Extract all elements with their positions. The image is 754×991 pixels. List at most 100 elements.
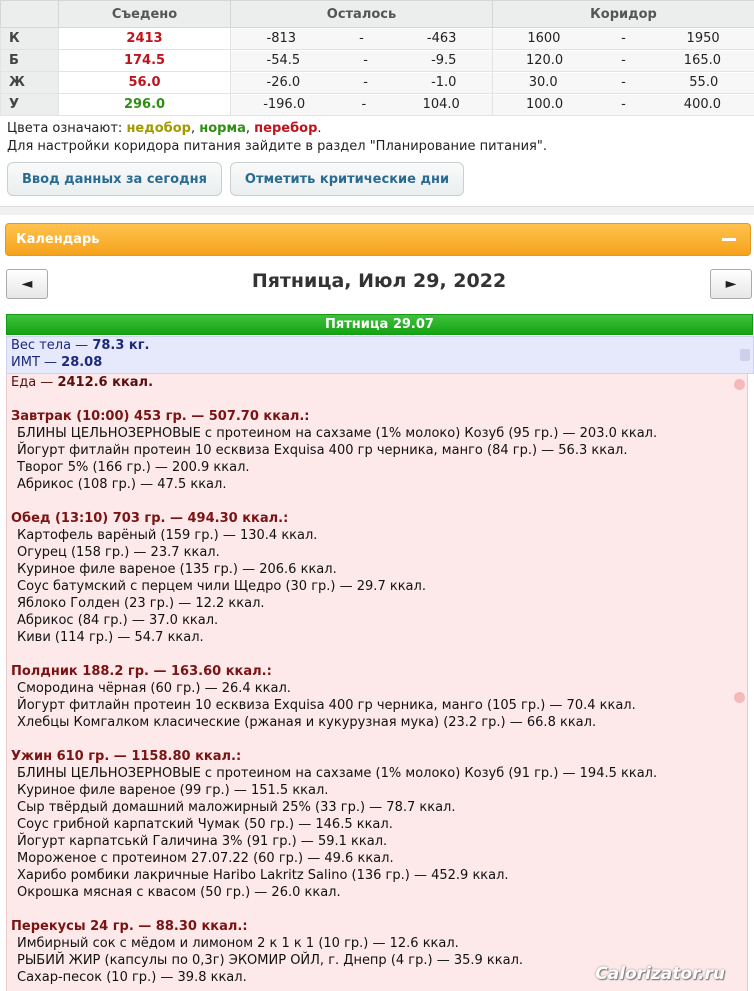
food-item[interactable]: Абрикос (84 гр.) — 37.0 ккал.: [11, 612, 747, 629]
section-divider: [0, 206, 754, 215]
food-item[interactable]: БЛИНЫ ЦЕЛЬНОЗЕРНОВЫЕ с протеином на сахз…: [11, 425, 747, 442]
remaining-from: -26.0: [266, 75, 301, 90]
food-item[interactable]: Яблоко Голден (23 гр.) — 12.2 ккал.: [11, 595, 747, 612]
arrow-right-icon: ►: [725, 276, 737, 292]
table-row: Ж 56.0 -26.0 - -1.0 30.0 - 55.0: [0, 71, 754, 94]
corridor-to: 55.0: [689, 75, 719, 90]
watermark: Calorizator.ru: [595, 964, 725, 984]
remaining-to: -463: [426, 31, 457, 46]
meal-title[interactable]: Перекусы 24 гр. — 88.30 ккал.:: [11, 918, 747, 935]
remaining-range: -813 - -463: [231, 28, 492, 49]
weight-value: 78.3 кг.: [92, 338, 150, 353]
nutrition-summary-table: Съедено Осталось Коридор К 2413 -813 - -463 1…: [0, 0, 754, 116]
corridor-cell: 30.0 - 55.0: [492, 71, 754, 94]
range-dash: -: [359, 31, 364, 46]
bmi-value: 28.08: [61, 355, 103, 370]
food-item[interactable]: Киви (114 гр.) — 54.7 ккал.: [11, 629, 747, 646]
corridor-cell: 1600 - 1950: [492, 27, 754, 50]
eaten-cell: 56.0: [58, 71, 231, 94]
edit-weight-icon[interactable]: [740, 349, 750, 361]
eaten-value: 2413: [126, 31, 163, 46]
current-date-title: Пятница, Июл 29, 2022: [251, 270, 507, 292]
range-dash: -: [363, 75, 368, 90]
food-item[interactable]: Йогурт карпатськй Галичина 3% (91 гр.) —…: [11, 833, 747, 850]
food-item[interactable]: Творог 5% (166 гр.) — 200.9 ккал.: [11, 459, 747, 476]
table-row: Б 174.5 -54.5 - -9.5 120.0 - 165.0: [0, 49, 754, 72]
corridor-from: 120.0: [525, 53, 564, 68]
remaining-from: -813: [266, 31, 297, 46]
corridor-cell: 100.0 - 400.0: [492, 93, 754, 116]
body-stats: Вес тела — 78.3 кг. ИМТ — 28.08: [6, 336, 754, 374]
corridor-to: 1950: [686, 31, 720, 46]
calendar-header[interactable]: Календарь: [5, 223, 751, 256]
corridor-range: 30.0 - 55.0: [493, 72, 754, 93]
row-label: У: [0, 93, 59, 116]
food-item[interactable]: Куриное филе вареное (99 гр.) — 151.5 кк…: [11, 782, 747, 799]
eaten-value: 174.5: [123, 53, 166, 68]
range-dash: -: [621, 53, 626, 68]
remaining-cell: -813 - -463: [230, 27, 493, 50]
corridor-to: 165.0: [683, 53, 722, 68]
food-item[interactable]: Йогурт фитлайн протеин 10 есквиза Exquis…: [11, 697, 747, 714]
meal-title[interactable]: Обед (13:10) 703 гр. — 494.30 ккал.:: [11, 510, 747, 527]
food-item[interactable]: БЛИНЫ ЦЕЛЬНОЗЕРНОВЫЕ с протеином на сахз…: [11, 765, 747, 782]
food-diary: Еда — 2412.6 ккал. Завтрак (10:00) 453 г…: [6, 373, 748, 991]
legend-comma: ,: [190, 121, 196, 136]
mark-critical-days-button[interactable]: Отметить критические дни: [229, 162, 465, 196]
legend-under: недобор: [126, 121, 191, 136]
food-item[interactable]: Имбирный сок с мёдом и лимоном 2 к 1 к 1…: [11, 935, 747, 952]
meal-title[interactable]: Ужин 610 гр. — 1158.80 ккал.:: [11, 748, 747, 765]
food-item[interactable]: Окрошка мясная с квасом (50 гр.) — 26.0 …: [11, 884, 747, 901]
food-item[interactable]: Абрикос (108 гр.) — 47.5 ккал.: [11, 476, 747, 493]
meal-title[interactable]: Полдник 188.2 гр. — 163.60 ккал.:: [11, 663, 747, 680]
food-item[interactable]: Харибо ромбики лакричные Haribo Lakritz …: [11, 867, 747, 884]
table-row: К 2413 -813 - -463 1600 - 1950: [0, 27, 754, 50]
food-item[interactable]: Огурец (158 гр.) — 23.7 ккал.: [11, 544, 747, 561]
legend-line: Цвета означают: недобор, норма, перебор.: [7, 120, 747, 138]
remaining-range: -26.0 - -1.0: [231, 72, 492, 93]
eaten-cell: 296.0: [58, 93, 231, 116]
header-corridor: Коридор: [492, 0, 754, 28]
remaining-cell: -26.0 - -1.0: [230, 71, 493, 94]
food-item[interactable]: Смородина чёрная (60 гр.) — 26.4 ккал.: [11, 680, 747, 697]
corridor-from: 1600: [527, 31, 561, 46]
table-row: У 296.0 -196.0 - 104.0 100.0 - 400.0: [0, 93, 754, 116]
food-item[interactable]: Соус грибной карпатский Чумак (50 гр.) —…: [11, 816, 747, 833]
food-total-label: Еда —: [11, 375, 58, 390]
food-item[interactable]: Картофель варёный (159 гр.) — 130.4 ккал…: [11, 527, 747, 544]
meal-title[interactable]: Завтрак (10:00) 453 гр. — 507.70 ккал.:: [11, 408, 747, 425]
corridor-range: 120.0 - 165.0: [493, 50, 754, 71]
weight-label: Вес тела —: [11, 338, 93, 353]
date-navigation: ◄ Пятница, Июл 29, 2022 ►: [6, 268, 752, 299]
remaining-from: -196.0: [263, 97, 306, 112]
food-item[interactable]: Куриное филе вареное (135 гр.) — 206.6 к…: [11, 561, 747, 578]
food-item[interactable]: Хлебцы Комгалком класические (ржаная и к…: [11, 714, 747, 731]
meal-block: Ужин 610 гр. — 1158.80 ккал.: БЛИНЫ ЦЕЛЬН…: [11, 748, 747, 901]
remaining-from: -54.5: [266, 53, 301, 68]
row-label: Б: [0, 49, 59, 72]
header-empty: [0, 0, 59, 28]
apple-icon[interactable]: [734, 379, 745, 390]
action-buttons: Ввод данных за сегодня Отметить критичес…: [0, 156, 754, 196]
corridor-range: 1600 - 1950: [493, 28, 754, 49]
calendar-title: Календарь: [16, 232, 100, 247]
apple-icon[interactable]: [734, 692, 745, 703]
food-item[interactable]: Соус батумский с перцем чили Щедро (30 г…: [11, 578, 747, 595]
food-item[interactable]: Мороженое с протеином 27.07.22 (60 гр.) …: [11, 850, 747, 867]
food-total-value: 2412.6 ккал.: [57, 375, 154, 390]
table-header-row: Съедено Осталось Коридор: [0, 0, 754, 28]
next-day-button[interactable]: ►: [710, 269, 752, 299]
legend-prefix: Цвета означают:: [7, 121, 127, 136]
corridor-to: 400.0: [683, 97, 722, 112]
collapse-icon[interactable]: [722, 238, 736, 241]
food-total-line: Еда — 2412.6 ккал.: [11, 374, 747, 391]
row-label: Ж: [0, 71, 59, 94]
range-dash: -: [621, 97, 626, 112]
enter-today-button[interactable]: Ввод данных за сегодня: [7, 162, 222, 196]
food-item[interactable]: Йогурт фитлайн протеин 10 есквиза Exquis…: [11, 442, 747, 459]
food-item[interactable]: Сыр твёрдый домашний маложирный 25% (33 …: [11, 799, 747, 816]
corridor-cell: 120.0 - 165.0: [492, 49, 754, 72]
legend-norm: норма: [199, 121, 246, 136]
remaining-to: -9.5: [431, 53, 457, 68]
corridor-from: 30.0: [528, 75, 558, 90]
